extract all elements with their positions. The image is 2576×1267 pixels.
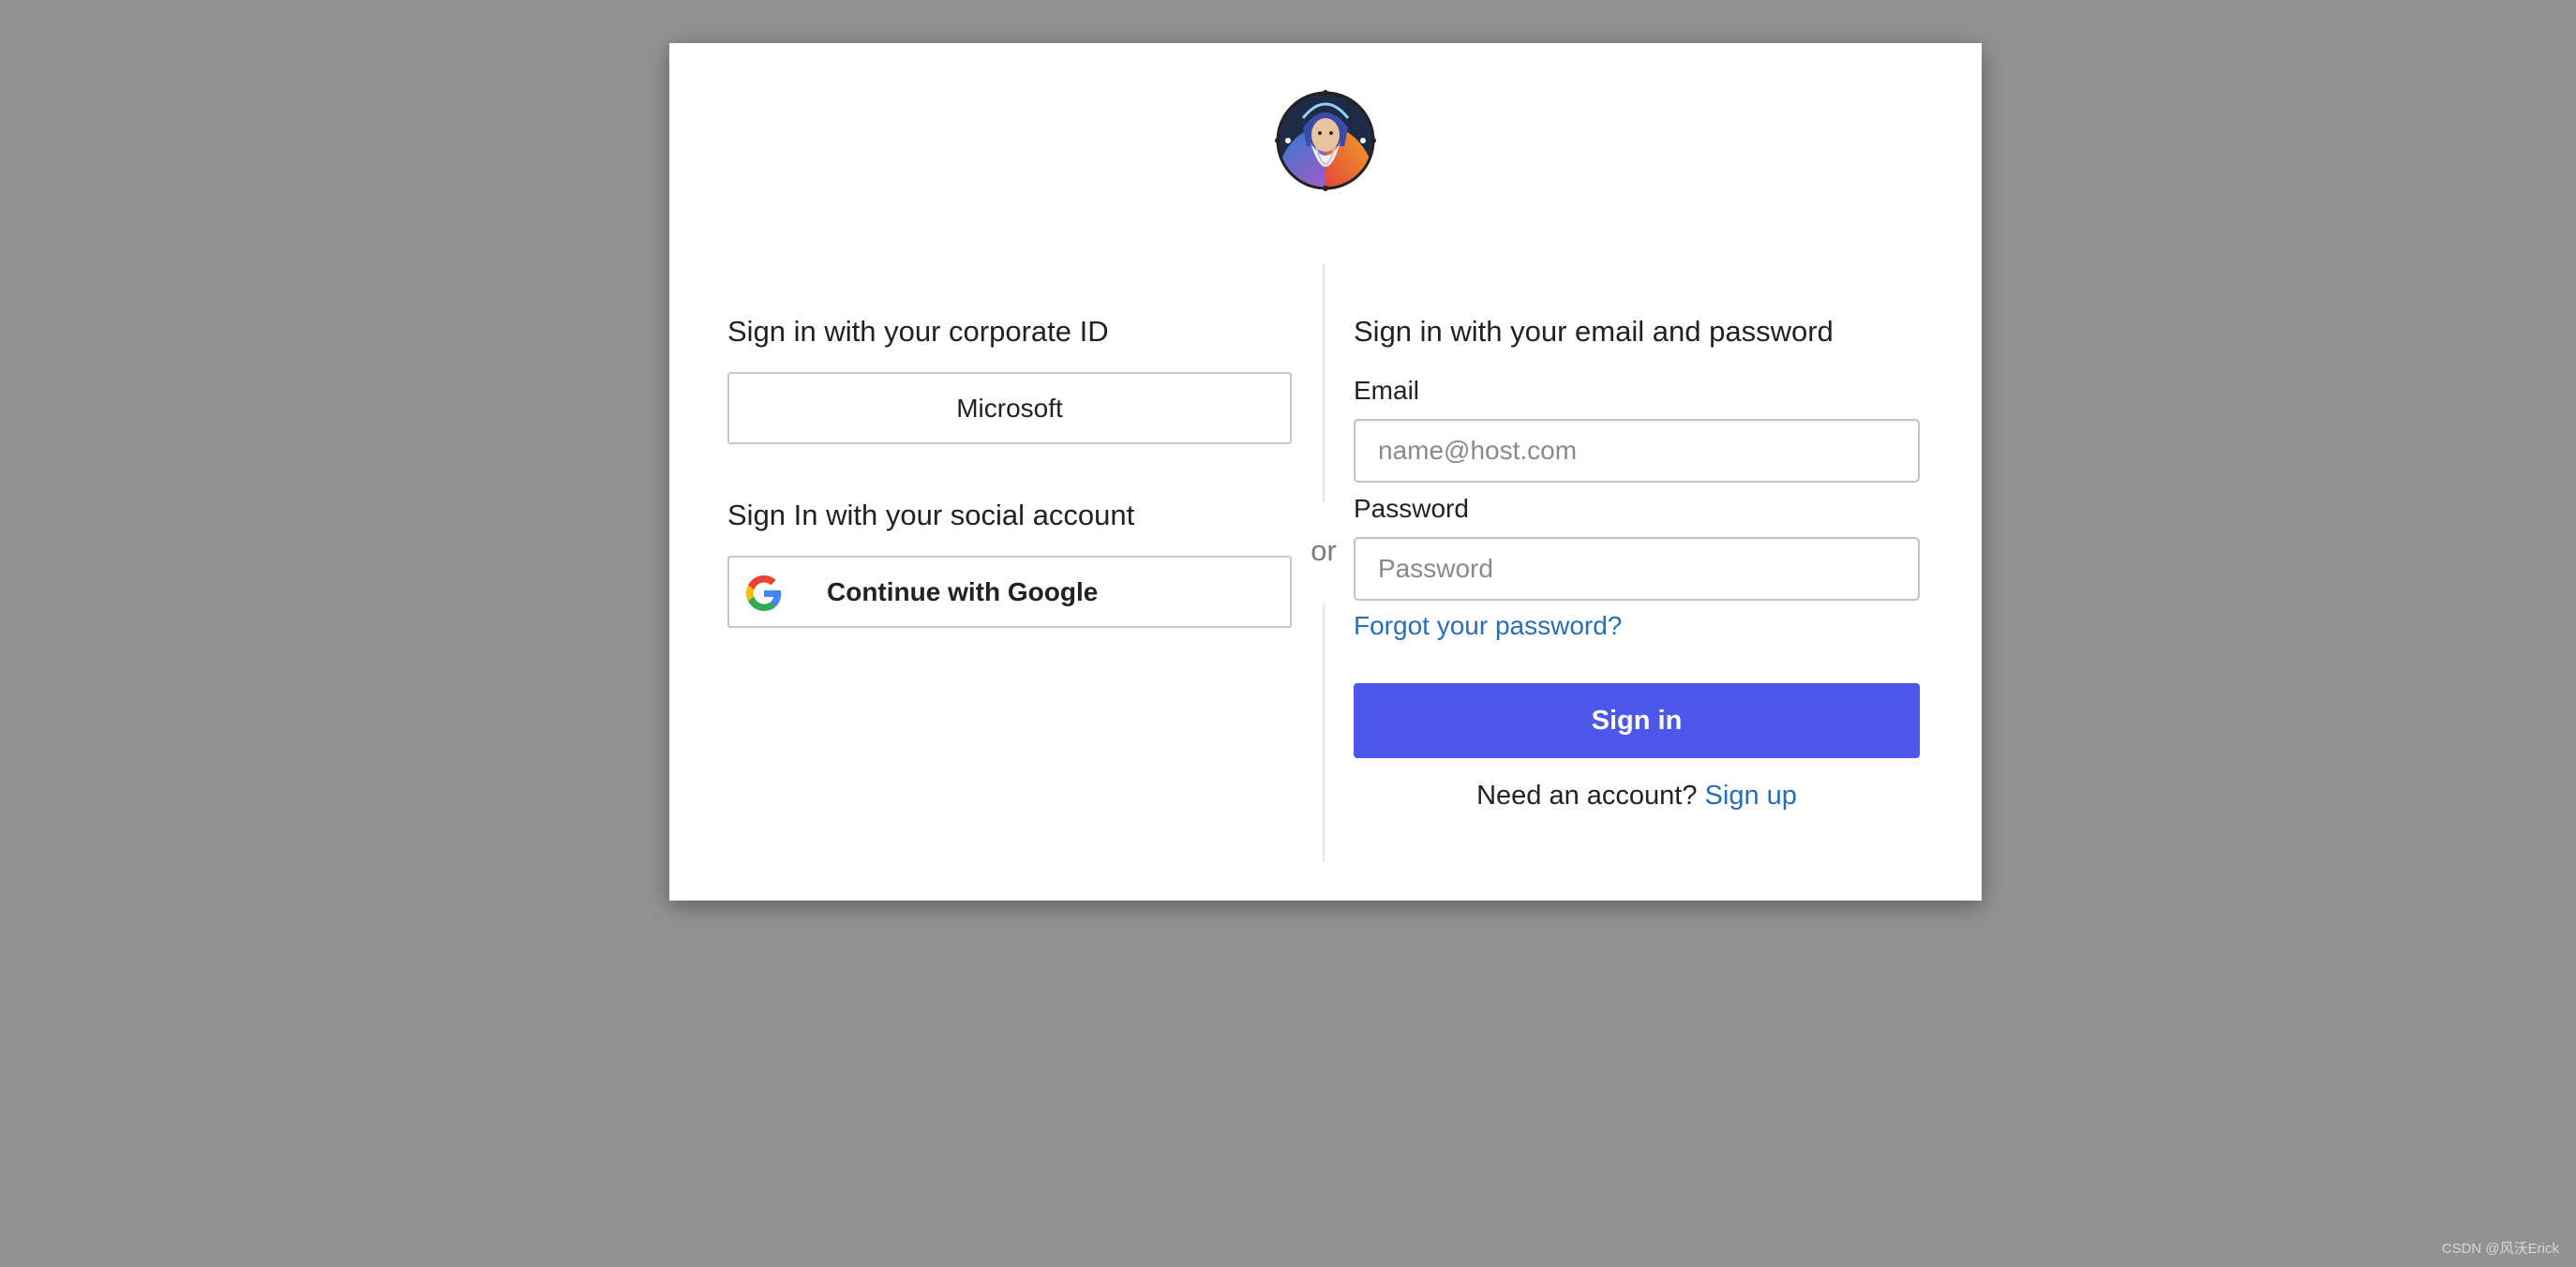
email-signin-heading: Sign in with your email and password	[1354, 315, 1834, 348]
signup-row: Need an account? Sign up	[1354, 781, 1920, 812]
signin-card: Sign in with your corporate ID Microsoft…	[669, 43, 1982, 901]
vertical-divider-top	[1323, 263, 1325, 502]
signup-prompt: Need an account?	[1476, 781, 1698, 811]
wizard-logo-icon	[1275, 90, 1376, 191]
or-separator: or	[1310, 534, 1337, 567]
microsoft-button[interactable]: Microsoft	[727, 372, 1292, 444]
password-label: Password	[1354, 494, 1469, 523]
vertical-divider-bottom	[1323, 604, 1325, 861]
google-signin-button[interactable]: Continue with Google	[727, 556, 1292, 628]
email-input[interactable]	[1354, 419, 1920, 483]
forgot-password-link[interactable]: Forgot your password?	[1354, 611, 1622, 641]
social-heading: Sign In with your social account	[727, 499, 1135, 531]
microsoft-button-label: Microsoft	[956, 393, 1063, 423]
signup-link[interactable]: Sign up	[1705, 781, 1797, 811]
signin-button[interactable]: Sign in	[1354, 683, 1920, 758]
watermark: CSDN @风沃Erick	[2441, 1241, 2559, 1257]
google-button-label: Continue with Google	[827, 576, 1099, 606]
password-input[interactable]	[1354, 537, 1920, 601]
email-label: Email	[1354, 376, 1420, 405]
corporate-heading: Sign in with your corporate ID	[727, 315, 1109, 348]
